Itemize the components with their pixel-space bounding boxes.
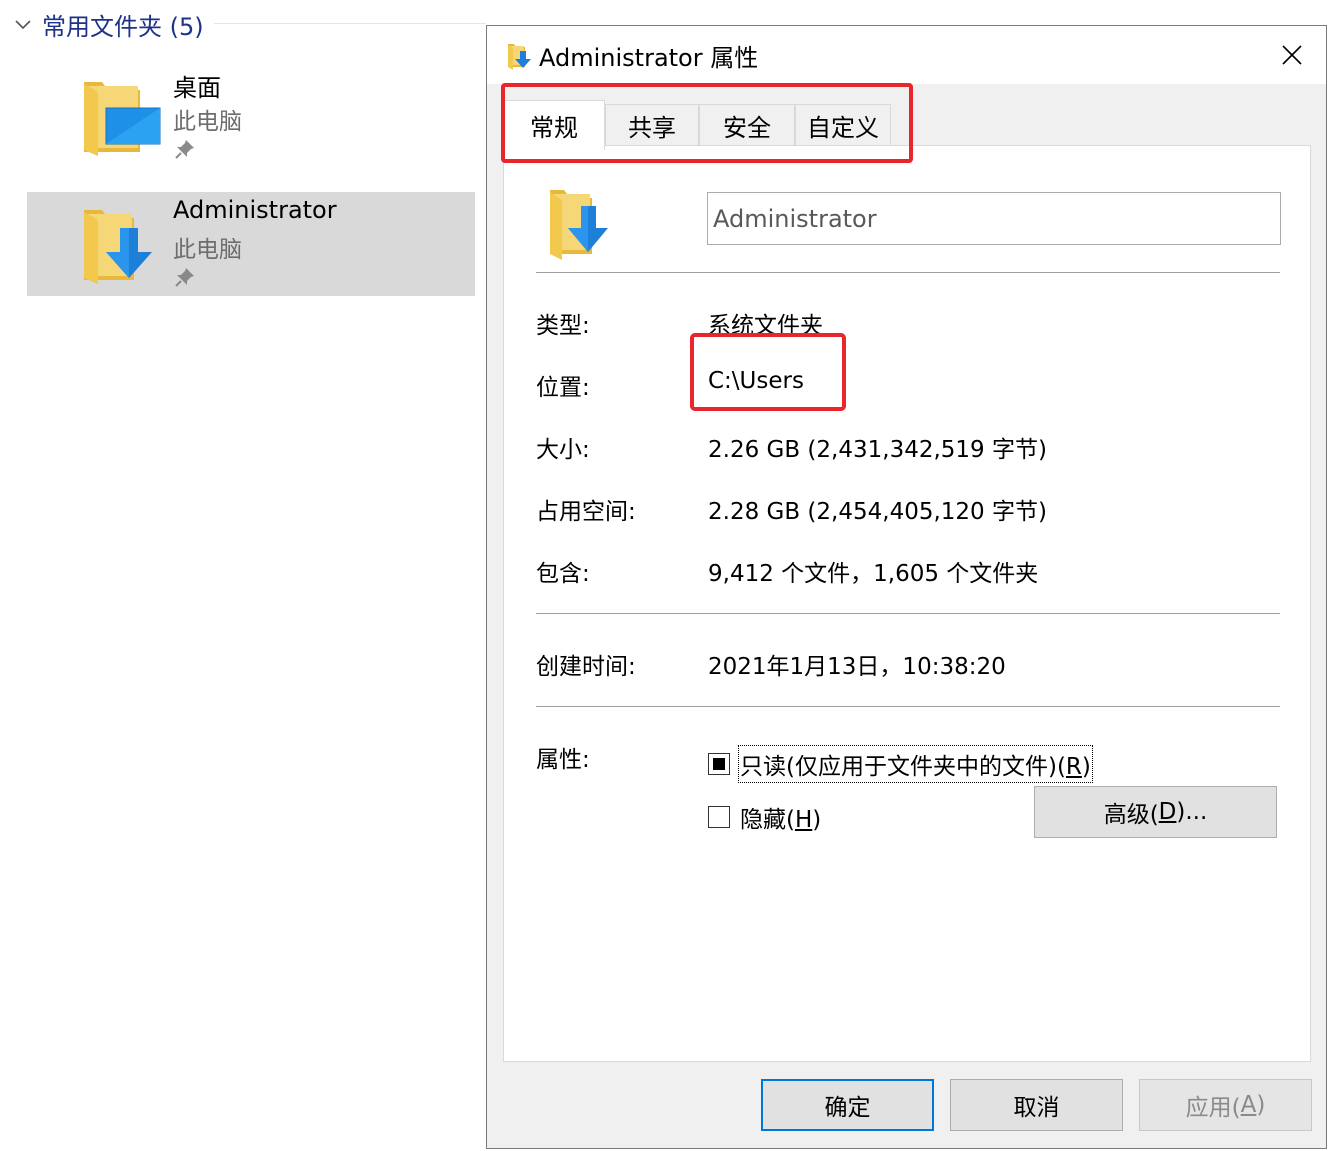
desktop-folder-icon xyxy=(84,82,161,156)
close-icon xyxy=(1282,45,1302,65)
downloads-folder-icon xyxy=(508,44,531,70)
created-value: 2021年1月13日，10:38:20 xyxy=(708,654,1006,680)
separator xyxy=(536,613,1280,614)
close-button[interactable] xyxy=(1267,36,1317,74)
indeterminate-mark xyxy=(713,758,725,770)
created-label: 创建时间: xyxy=(536,654,636,680)
quick-access-item-administrator[interactable]: Administrator 此电脑 xyxy=(27,192,475,296)
item-location: 此电脑 xyxy=(173,237,242,263)
tab-general[interactable]: 常规 xyxy=(503,100,605,150)
ok-button[interactable]: 确定 xyxy=(761,1079,934,1131)
size-label: 大小: xyxy=(536,437,590,463)
item-name: Administrator xyxy=(173,196,337,224)
properties-dialog: Administrator 属性 常规 共享 安全 自定义 类型: 系统文件夹 … xyxy=(486,25,1327,1149)
tab-label: 共享 xyxy=(628,114,676,142)
dialog-titlebar[interactable]: Administrator 属性 xyxy=(487,26,1326,84)
tab-customize[interactable]: 自定义 xyxy=(795,104,891,146)
separator xyxy=(536,272,1280,273)
dialog-title: Administrator 属性 xyxy=(539,44,759,72)
size-on-disk-value: 2.28 GB (2,454,405,120 字节) xyxy=(708,499,1047,525)
attributes-label: 属性: xyxy=(536,747,590,773)
readonly-checkbox-box[interactable] xyxy=(708,753,730,775)
contains-label: 包含: xyxy=(536,561,590,587)
tab-security[interactable]: 安全 xyxy=(699,104,795,146)
location-value: C:\Users xyxy=(708,368,804,394)
tab-sharing[interactable]: 共享 xyxy=(605,104,699,146)
tab-label: 常规 xyxy=(530,114,578,142)
downloads-folder-icon xyxy=(84,210,152,284)
item-name: 桌面 xyxy=(173,74,221,102)
type-value: 系统文件夹 xyxy=(708,313,823,339)
advanced-button[interactable]: 高级(D)... xyxy=(1034,786,1277,838)
location-label: 位置: xyxy=(536,375,590,401)
cancel-button[interactable]: 取消 xyxy=(950,1079,1123,1131)
quick-access-item-desktop[interactable]: 桌面 此电脑 xyxy=(27,64,475,168)
hidden-checkbox-box[interactable] xyxy=(708,806,730,828)
separator xyxy=(536,706,1280,707)
quick-access-group-header[interactable]: 常用文件夹 (5) xyxy=(12,6,204,42)
general-tab-panel: 类型: 系统文件夹 位置: C:\Users 大小: 2.26 GB (2,43… xyxy=(503,145,1311,1062)
hidden-checkbox[interactable]: 隐藏(H) xyxy=(708,800,821,834)
downloads-folder-icon xyxy=(550,190,608,260)
apply-button[interactable]: 应用(A) xyxy=(1139,1079,1312,1131)
group-divider xyxy=(214,23,486,24)
item-location: 此电脑 xyxy=(173,109,242,135)
tab-label: 自定义 xyxy=(807,114,879,142)
pin-icon xyxy=(175,140,194,159)
size-value: 2.26 GB (2,431,342,519 字节) xyxy=(708,437,1047,463)
size-on-disk-label: 占用空间: xyxy=(536,499,636,525)
pin-icon xyxy=(175,268,194,287)
chevron-down-icon xyxy=(15,20,31,30)
tab-label: 安全 xyxy=(723,114,771,142)
readonly-checkbox[interactable]: 只读(仅应用于文件夹中的文件)(R) xyxy=(708,745,1093,783)
type-label: 类型: xyxy=(536,313,590,339)
folder-name-field[interactable] xyxy=(707,192,1281,245)
hidden-checkbox-label: 隐藏(H) xyxy=(740,807,822,833)
readonly-checkbox-label: 只读(仅应用于文件夹中的文件)(R) xyxy=(738,745,1093,783)
group-header-label: 常用文件夹 (5) xyxy=(42,12,204,41)
contains-value: 9,412 个文件，1,605 个文件夹 xyxy=(708,561,1039,587)
